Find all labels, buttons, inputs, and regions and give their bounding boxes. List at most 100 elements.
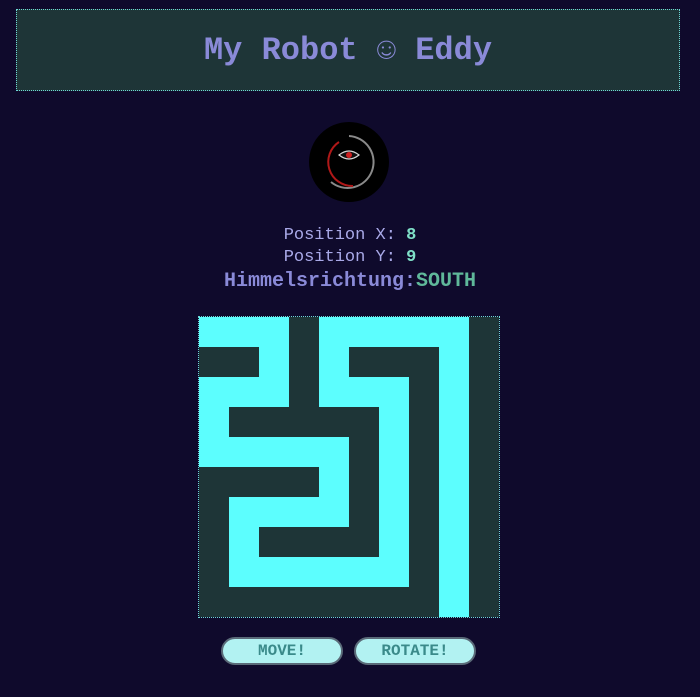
maze-path-cell <box>229 557 260 588</box>
maze-path-cell <box>259 317 290 348</box>
maze-path-cell <box>439 377 470 408</box>
maze-wall-cell <box>349 347 380 378</box>
maze-wall-cell <box>469 527 500 558</box>
maze-path-cell <box>229 317 260 348</box>
maze-path-cell <box>229 497 260 528</box>
maze-wall-cell <box>259 467 290 498</box>
maze-path-cell <box>439 347 470 378</box>
maze-path-cell <box>439 557 470 588</box>
maze-wall-cell <box>319 527 350 558</box>
direction-value: SOUTH <box>416 270 477 293</box>
maze-wall-cell <box>349 527 380 558</box>
maze-path-cell <box>199 437 230 468</box>
maze-wall-cell <box>469 587 500 618</box>
maze-path-cell <box>319 497 350 528</box>
maze-wall-cell <box>409 407 440 438</box>
maze-wall-cell <box>289 317 320 348</box>
maze-path-cell <box>289 557 320 588</box>
maze-path-cell <box>319 317 350 348</box>
maze-path-cell <box>289 437 320 468</box>
maze-wall-cell <box>379 347 410 378</box>
maze-wall-cell <box>199 587 230 618</box>
maze-path-cell <box>439 527 470 558</box>
direction-label: Himmelsrichtung: <box>223 270 416 293</box>
maze-path-cell <box>259 377 290 408</box>
maze-wall-cell <box>319 587 350 618</box>
maze-path-cell <box>439 467 470 498</box>
maze-path-cell <box>319 467 350 498</box>
maze-path-cell <box>199 317 230 348</box>
maze-wall-cell <box>259 527 290 558</box>
maze-wall-cell <box>199 557 230 588</box>
maze-wall-cell <box>349 407 380 438</box>
maze-wall-cell <box>229 467 260 498</box>
position-x-value: 8 <box>406 226 417 245</box>
maze-path-cell <box>319 377 350 408</box>
maze-wall-cell <box>289 527 320 558</box>
maze-path-cell <box>319 437 350 468</box>
maze-wall-cell <box>199 497 230 528</box>
maze-path-cell <box>349 557 380 588</box>
maze-wall-cell <box>349 467 380 498</box>
maze-path-cell <box>409 317 440 348</box>
maze-path-cell <box>259 497 290 528</box>
maze-path-cell <box>379 497 410 528</box>
maze-path-cell <box>319 557 350 588</box>
maze-wall-cell <box>289 407 320 438</box>
maze-path-cell <box>259 557 290 588</box>
maze-wall-cell <box>289 467 320 498</box>
maze-wall-cell <box>409 437 440 468</box>
maze-wall-cell <box>469 407 500 438</box>
maze-path-cell <box>199 377 230 408</box>
maze-wall-cell <box>409 557 440 588</box>
maze-wall-cell <box>229 587 260 618</box>
maze-path-cell <box>379 467 410 498</box>
position-y-line: Position Y: 9 <box>0 248 700 267</box>
maze-wall-cell <box>409 377 440 408</box>
maze-wall-cell <box>469 377 500 408</box>
maze-wall-cell <box>409 347 440 378</box>
direction-line: Himmelsrichtung:SOUTH <box>0 270 700 293</box>
maze-path-cell <box>229 437 260 468</box>
maze-path-cell <box>259 437 290 468</box>
position-x-line: Position X: 8 <box>0 226 700 245</box>
maze-wall-cell <box>349 497 380 528</box>
maze-path-cell <box>319 347 350 378</box>
maze-path-cell <box>229 377 260 408</box>
maze-wall-cell <box>259 407 290 438</box>
maze-path-cell <box>439 317 470 348</box>
maze-path-cell <box>229 527 260 558</box>
maze-path-cell <box>379 407 410 438</box>
maze-wall-cell <box>289 377 320 408</box>
move-button[interactable]: MOVE! <box>221 637 343 665</box>
maze-path-cell <box>349 317 380 348</box>
maze-wall-cell <box>379 587 410 618</box>
maze-path-cell <box>439 497 470 528</box>
maze-wall-cell <box>349 437 380 468</box>
maze-wall-cell <box>469 317 500 348</box>
maze-path-cell <box>439 587 470 618</box>
maze-wall-cell <box>229 407 260 438</box>
maze-wall-cell <box>289 587 320 618</box>
maze-wall-cell <box>469 557 500 588</box>
maze-path-cell <box>199 407 230 438</box>
maze-wall-cell <box>289 347 320 378</box>
rotate-button[interactable]: ROTATE! <box>354 637 476 665</box>
maze-path-cell <box>349 377 380 408</box>
maze-wall-cell <box>469 497 500 528</box>
maze-path-cell <box>379 317 410 348</box>
maze-wall-cell <box>259 587 290 618</box>
maze-path-cell <box>439 437 470 468</box>
maze-grid <box>198 316 500 618</box>
maze-path-cell <box>379 377 410 408</box>
maze-wall-cell <box>199 347 230 378</box>
maze-path-cell <box>379 557 410 588</box>
maze-path-cell <box>289 497 320 528</box>
maze-path-cell <box>379 527 410 558</box>
maze-wall-cell <box>409 467 440 498</box>
maze-wall-cell <box>469 467 500 498</box>
maze-path-cell <box>379 437 410 468</box>
position-y-value: 9 <box>406 248 417 267</box>
maze-canvas <box>199 317 500 618</box>
page-title: My Robot ☺ Eddy <box>203 31 493 69</box>
